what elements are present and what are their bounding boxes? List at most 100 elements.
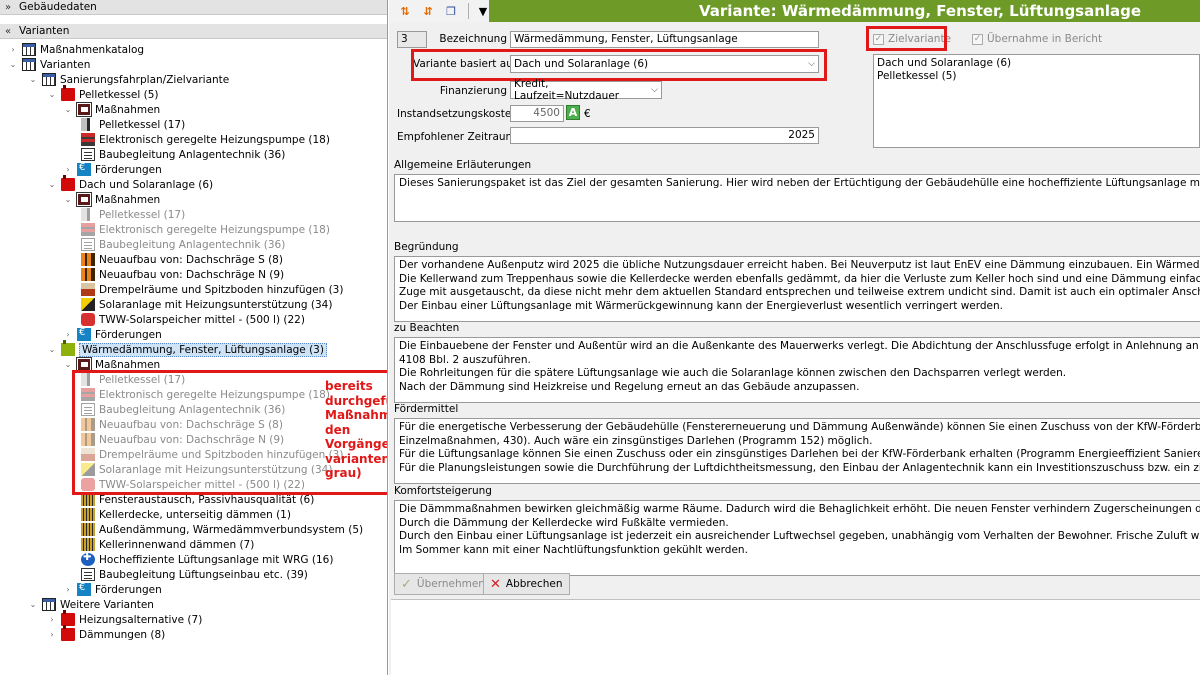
tree-item-label: Baubegleitung Anlagentechnik (36) — [99, 238, 286, 251]
grid-icon — [42, 73, 56, 86]
text-line: Der vorhandene Außenputz wird 2025 die ü… — [399, 259, 1200, 271]
collapse-toggle-icon[interactable]: › — [8, 45, 18, 54]
collapse-toggle-icon[interactable]: › — [47, 615, 57, 624]
abbrechen-button[interactable]: ✕ Abbrechen — [483, 573, 570, 595]
annotation-callout-text: bereits durchgeführte Maßnahmen in den V… — [325, 379, 388, 480]
section-textarea[interactable]: Für die energetische Verbesserung der Ge… — [394, 418, 1200, 484]
collapse-toggle-icon[interactable]: › — [47, 630, 57, 639]
text-line: Durch die Dämmung der Kellerdecke wird F… — [399, 516, 729, 529]
list-item[interactable]: Pelletkessel (5) — [877, 70, 1196, 83]
tree-item-label: Elektronisch geregelte Heizungspumpe (18… — [99, 223, 330, 236]
tree-item-label: Außendämmung, Wärmedämmverbundsystem (5) — [99, 523, 364, 536]
expand-toggle-icon[interactable]: ⌄ — [28, 75, 38, 84]
tree-item[interactable]: ⌄ Sanierungsfahrplan/Zielvariante — [28, 72, 229, 87]
tree-item[interactable]: ⌄ Weitere Varianten — [28, 597, 154, 612]
section-gebaeudedaten[interactable]: » Gebäudedaten — [0, 0, 387, 15]
bottom-area — [391, 599, 1200, 675]
tree-item[interactable]: ⌄ Maßnahmen — [63, 102, 160, 117]
tree-item[interactable]: ⌄ Pelletkessel (5) — [47, 85, 159, 102]
section-varianten[interactable]: « Varianten — [0, 24, 387, 39]
roof-icon — [81, 283, 95, 296]
tree-item[interactable]: Baubegleitung Lüftungseinbau etc. (39) — [81, 567, 308, 582]
finanzierung-select-value: Kredit, Laufzeit=Nutzdauer — [514, 78, 620, 102]
tree-item-label: Förderungen — [95, 328, 162, 341]
based-variants-list[interactable]: Dach und Solaranlage (6) Pelletkessel (5… — [873, 54, 1200, 148]
expand-toggle-icon[interactable]: ⌄ — [8, 60, 18, 69]
section-gebaeudedaten-label: Gebäudedaten — [19, 1, 97, 13]
tree-item[interactable]: Elektronisch geregelte Heizungspumpe (18… — [81, 132, 330, 147]
section-textarea[interactable]: Die Einbauebene der Fenster und Außentür… — [394, 337, 1200, 403]
tree-item[interactable]: Pelletkessel (17) — [81, 117, 185, 132]
tree-item-label: Maßnahmen — [95, 358, 161, 371]
expand-toggle-icon[interactable]: ⌄ — [63, 195, 73, 204]
text-line: Die Dämmmaßnahmen bewirken gleichmäßig w… — [399, 503, 1200, 515]
tree-item[interactable]: ⌄ Wärmedämmung, Fenster, Lüftungsanlage (… — [47, 340, 327, 357]
text-line: 4108 Bbl. 2 auszuführen. — [399, 353, 531, 366]
collapse-toggle-icon[interactable]: › — [63, 585, 73, 594]
tree-item[interactable]: › Maßnahmenkatalog — [8, 42, 144, 57]
grid-icon — [22, 58, 36, 71]
tree-item[interactable]: Pelletkessel (17) — [81, 207, 185, 222]
expand-toggle-icon[interactable]: ⌄ — [28, 600, 38, 609]
tree-item[interactable]: TWW-Solarspeicher mittel - (500 l) (22) — [81, 312, 305, 327]
tree-item-label: Dach und Solaranlage (6) — [79, 178, 214, 191]
finanzierung-select[interactable]: Kredit, Laufzeit=Nutzdauer ⌵ — [510, 78, 662, 102]
uebernahme-label: Übernahme in Bericht — [987, 33, 1103, 45]
tree-item-label: Kellerdecke, unterseitig dämmen (1) — [99, 508, 291, 521]
doc-icon — [81, 238, 95, 251]
tree-item[interactable]: › Förderungen — [63, 327, 162, 342]
expand-toggle-icon[interactable]: ⌄ — [47, 90, 57, 99]
bezeichnung-input[interactable]: Wärmedämmung, Fenster, Lüftungsanlage — [510, 31, 819, 48]
tree-item[interactable]: ⌄ Maßnahmen — [63, 192, 160, 207]
tree-item[interactable]: Hocheffiziente Lüftungsanlage mit WRG (1… — [81, 552, 333, 567]
text-line: Nach der Dämmung sind Heizkreise und Reg… — [399, 380, 860, 393]
section-textarea[interactable]: Der vorhandene Außenputz wird 2025 die ü… — [394, 256, 1200, 322]
text-line: Der Einbau einer Lüftungsanlage mit Wärm… — [399, 299, 1003, 312]
tree-item[interactable]: Kellerdecke, unterseitig dämmen (1) — [81, 507, 291, 522]
tree-item[interactable]: Kellerinnenwand dämmen (7) — [81, 537, 254, 552]
tree-item[interactable]: Neuaufbau von: Dachschräge S (8) — [81, 252, 283, 267]
copy-icon[interactable]: ❐ — [441, 2, 461, 20]
tree-item-label: Maßnahmenkatalog — [40, 43, 145, 56]
instandsetzung-unit: € — [584, 108, 591, 120]
red-icon — [61, 175, 75, 191]
bezeichnung-label: Bezeichnung — [439, 33, 507, 45]
tree-item[interactable]: Baubegleitung Anlagentechnik (36) — [81, 237, 285, 252]
section-textarea[interactable]: Dieses Sanierungspaket ist das Ziel der … — [394, 174, 1200, 222]
tree-item[interactable]: Baubegleitung Anlagentechnik (36) — [81, 147, 285, 162]
tree-item[interactable]: › Heizungsalternative (7) — [47, 610, 202, 627]
tree-item[interactable]: › Förderungen — [63, 162, 162, 177]
bars-icon — [81, 523, 95, 536]
auto-calc-icon[interactable]: A — [566, 105, 580, 120]
section-textarea[interactable]: Die Dämmmaßnahmen bewirken gleichmäßig w… — [394, 500, 1200, 576]
tree-item[interactable]: › Förderungen — [63, 582, 162, 597]
collapse-toggle-icon[interactable]: › — [63, 330, 73, 339]
tree-item-label: Förderungen — [95, 163, 162, 176]
chevron-down-icon: ⌵ — [651, 85, 658, 95]
tree-item[interactable]: ⌄ Varianten — [8, 57, 90, 72]
expand-toggle-icon[interactable]: ⌄ — [47, 180, 57, 189]
collapse-all-icon[interactable]: ⇵ — [418, 2, 438, 20]
tree-item[interactable]: Außendämmung, Wärmedämmverbundsystem (5) — [81, 522, 363, 537]
tree-item[interactable]: › Dämmungen (8) — [47, 625, 165, 642]
section-label: Komfortsteigerung — [394, 485, 492, 497]
tree-item[interactable]: Solaranlage mit Heizungsunterstützung (3… — [81, 297, 332, 312]
uebernehmen-button[interactable]: ✓ Übernehmen — [394, 573, 492, 595]
instandsetzung-input[interactable]: 4500 — [510, 105, 564, 122]
tree-item[interactable]: Elektronisch geregelte Heizungspumpe (18… — [81, 222, 330, 237]
tree-item[interactable]: Drempelräume und Spitzboden hinzufügen (… — [81, 282, 343, 297]
collapse-toggle-icon[interactable]: › — [63, 165, 73, 174]
tree-item[interactable]: ⌄ Dach und Solaranlage (6) — [47, 175, 214, 192]
expand-toggle-icon[interactable]: ⌄ — [47, 345, 57, 354]
toolbar-divider — [468, 3, 469, 19]
expand-toggle-icon[interactable]: ⌄ — [63, 360, 73, 369]
zeitraum-input[interactable]: 2025 — [510, 127, 819, 144]
expand-toggle-icon[interactable]: ⌄ — [63, 105, 73, 114]
uebernahme-checkbox[interactable]: ✓ Übernahme in Bericht — [972, 33, 1102, 45]
fan-icon — [81, 552, 95, 566]
orange-icon — [81, 268, 95, 281]
list-item[interactable]: Dach und Solaranlage (6) — [877, 57, 1196, 70]
text-line: Für die Lüftungsanlage können Sie einen … — [399, 448, 1200, 460]
tree-item[interactable]: Neuaufbau von: Dachschräge N (9) — [81, 267, 284, 282]
expand-all-icon[interactable]: ⇅ — [395, 2, 415, 20]
